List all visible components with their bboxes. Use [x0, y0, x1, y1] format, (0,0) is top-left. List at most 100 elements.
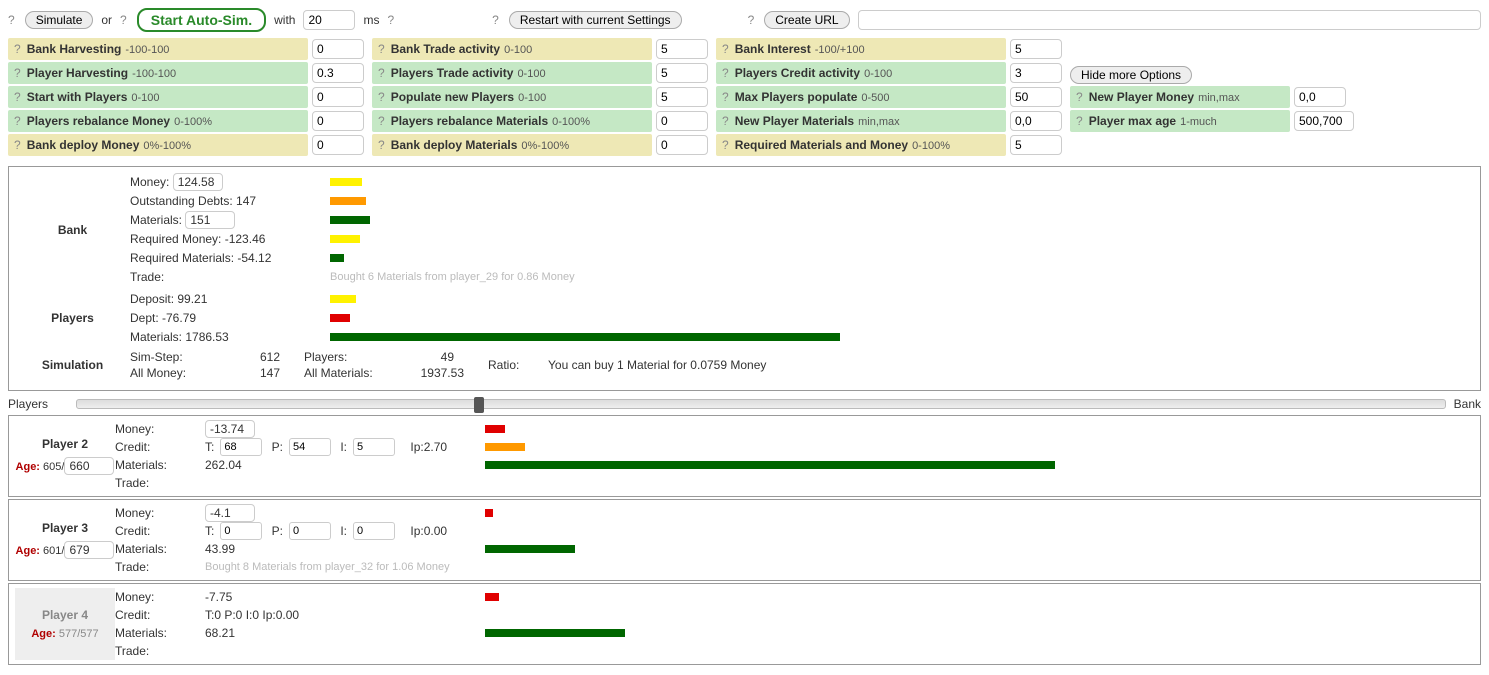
help-icon[interactable]: ?: [378, 138, 385, 152]
help-icon[interactable]: ?: [387, 13, 394, 27]
player-money: -4.1: [205, 504, 255, 522]
player-name: Player 2: [42, 437, 88, 451]
help-icon[interactable]: ?: [8, 13, 15, 27]
slider-track[interactable]: [76, 399, 1446, 409]
help-icon[interactable]: ?: [378, 114, 385, 128]
player-name: Player 4: [42, 608, 88, 622]
bank-deploy-mat-input[interactable]: [656, 135, 708, 155]
setting-label: Bank Trade activity: [391, 42, 500, 56]
player-age: 605/: [43, 461, 64, 473]
bar-yellow: [330, 295, 356, 303]
bank-debts: Outstanding Debts: 147: [130, 194, 330, 208]
sim-allmat-k: All Materials:: [304, 366, 394, 380]
help-icon[interactable]: ?: [722, 114, 729, 128]
setting-label: Max Players populate: [735, 90, 858, 104]
help-icon[interactable]: ?: [14, 66, 21, 80]
bar-red: [330, 314, 350, 322]
help-icon[interactable]: ?: [722, 90, 729, 104]
start-players-input[interactable]: [312, 87, 364, 107]
setting-label: Required Materials and Money: [735, 138, 908, 152]
credit-label: Credit:: [115, 608, 205, 622]
sim-players-k: Players:: [304, 350, 384, 364]
help-icon[interactable]: ?: [1076, 90, 1083, 104]
player-name: Player 3: [42, 521, 88, 535]
setting-label: Bank Interest: [735, 42, 811, 56]
ms-input[interactable]: [303, 10, 355, 30]
bank-materials-label: Materials:: [130, 213, 182, 227]
bank-trade-input[interactable]: [656, 39, 708, 59]
bank-trade-label: Trade:: [130, 270, 330, 284]
help-icon[interactable]: ?: [722, 66, 729, 80]
sim-step-v: 612: [220, 350, 280, 364]
setting-range: 0-100: [517, 68, 545, 80]
top-bar: ? Simulate or ? Start Auto-Sim. with ms …: [8, 8, 1481, 32]
slider-thumb[interactable]: [474, 397, 484, 413]
help-icon[interactable]: ?: [378, 42, 385, 56]
player-max-age-input[interactable]: [1294, 111, 1354, 131]
bank-harvest-input[interactable]: [312, 39, 364, 59]
bank-deploy-money-input[interactable]: [312, 135, 364, 155]
setting-range: -100-100: [125, 44, 169, 56]
player-i-input[interactable]: [353, 438, 395, 456]
setting-label: Player max age: [1089, 114, 1176, 128]
req-mat-money-input[interactable]: [1010, 135, 1062, 155]
bar-red: [485, 593, 499, 601]
bank-interest-input[interactable]: [1010, 39, 1062, 59]
bar-green: [485, 629, 625, 637]
player-list: Player 2 Age: 605/660 Money:-13.74 Credi…: [8, 415, 1481, 665]
help-icon[interactable]: ?: [492, 13, 499, 27]
sim-players-v: 49: [394, 350, 454, 364]
help-icon[interactable]: ?: [14, 114, 21, 128]
players-credit-input[interactable]: [1010, 63, 1062, 83]
bar-orange: [485, 443, 525, 451]
sim-allmoney-k: All Money:: [130, 366, 210, 380]
create-url-button[interactable]: Create URL: [764, 11, 849, 29]
bank-materials-value: 151: [185, 211, 235, 229]
url-input[interactable]: [858, 10, 1481, 30]
bank-req-mat: Required Materials: -54.12: [130, 251, 330, 265]
simulate-button[interactable]: Simulate: [25, 11, 94, 29]
setting-range: 0%-100%: [521, 140, 569, 152]
help-icon[interactable]: ?: [14, 90, 21, 104]
bank-trade-text: Bought 6 Materials from player_29 for 0.…: [330, 271, 575, 283]
start-autosim-button[interactable]: Start Auto-Sim.: [137, 8, 266, 32]
help-icon[interactable]: ?: [120, 13, 127, 27]
bar-green: [330, 216, 370, 224]
setting-range: 0%-100%: [143, 140, 191, 152]
with-label: with: [274, 13, 295, 27]
player-t-input[interactable]: [220, 522, 262, 540]
player-harvest-input[interactable]: [312, 63, 364, 83]
player-t-input[interactable]: [220, 438, 262, 456]
slider-right-label: Bank: [1454, 397, 1481, 411]
help-icon[interactable]: ?: [14, 138, 21, 152]
max-players-input[interactable]: [1010, 87, 1062, 107]
new-player-mat-input[interactable]: [1010, 111, 1062, 131]
sim-allmat-v: 1937.53: [404, 366, 464, 380]
players-deposit: Deposit: 99.21: [130, 292, 330, 306]
player-trade-text: Bought 8 Materials from player_32 for 1.…: [205, 561, 450, 573]
players-rebal-money-input[interactable]: [312, 111, 364, 131]
help-icon[interactable]: ?: [1076, 114, 1083, 128]
help-icon[interactable]: ?: [14, 42, 21, 56]
populate-input[interactable]: [656, 87, 708, 107]
help-icon[interactable]: ?: [748, 13, 755, 27]
setting-label: Populate new Players: [391, 90, 514, 104]
bar-yellow: [330, 235, 360, 243]
player-i-input[interactable]: [353, 522, 395, 540]
player-materials: 43.99: [205, 542, 235, 556]
setting-label: Bank deploy Materials: [391, 138, 518, 152]
help-icon[interactable]: ?: [722, 138, 729, 152]
help-icon[interactable]: ?: [378, 90, 385, 104]
help-icon[interactable]: ?: [722, 42, 729, 56]
hide-options-button[interactable]: Hide more Options: [1070, 66, 1192, 84]
player-ip: Ip:2.70: [410, 440, 447, 454]
players-trade-input[interactable]: [656, 63, 708, 83]
new-player-money-input[interactable]: [1294, 87, 1346, 107]
player-p-input[interactable]: [289, 522, 331, 540]
settings-grid: ?Bank Harvesting-100-100 ?Player Harvest…: [8, 38, 1481, 158]
player-p-input[interactable]: [289, 438, 331, 456]
player-age: 577/577: [59, 628, 99, 640]
restart-button[interactable]: Restart with current Settings: [509, 11, 682, 29]
help-icon[interactable]: ?: [378, 66, 385, 80]
players-rebal-mat-input[interactable]: [656, 111, 708, 131]
